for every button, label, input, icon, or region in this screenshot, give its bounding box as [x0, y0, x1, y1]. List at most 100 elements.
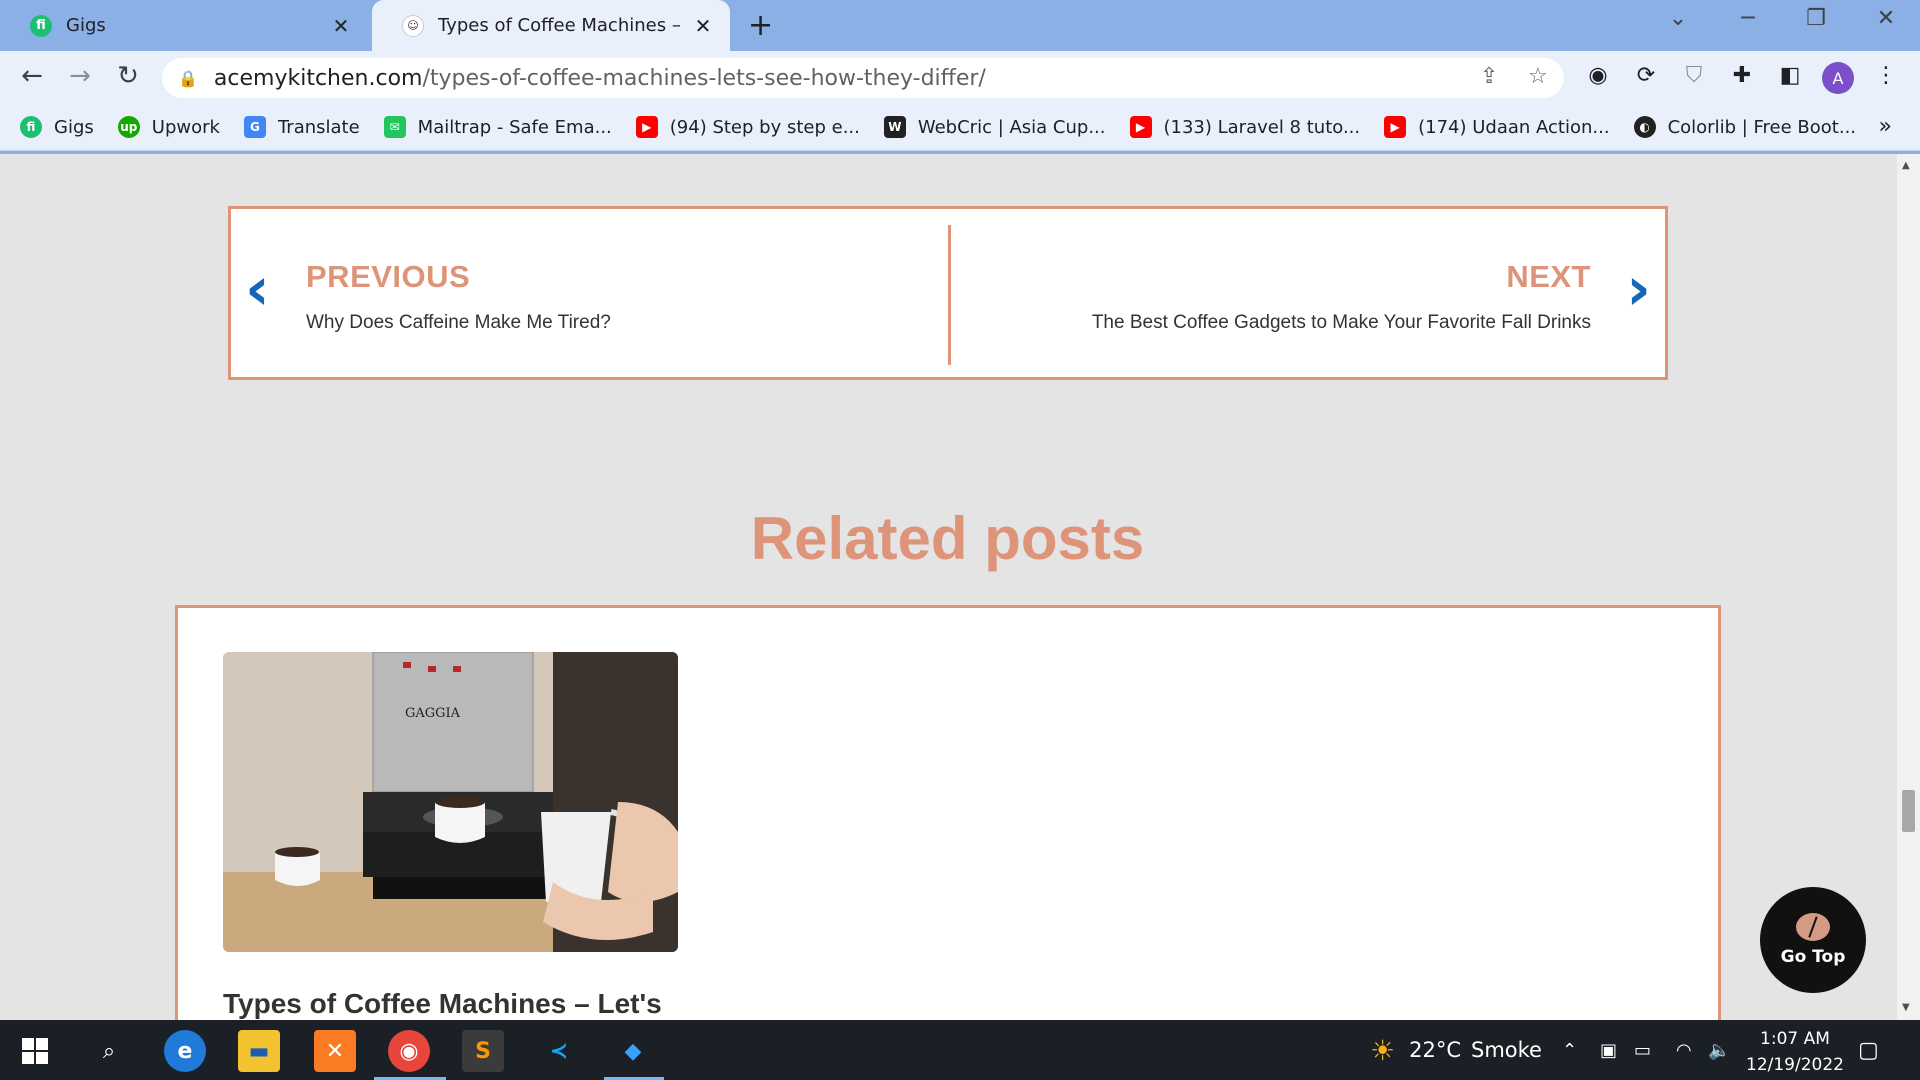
windows-start-icon[interactable] — [14, 1030, 56, 1072]
clock-date: 12/19/2022 — [1746, 1055, 1844, 1075]
coffee-machine-illustration: GAGGIA — [223, 652, 678, 952]
bookmark-youtube-174[interactable]: ▶ (174) Udaan Action... — [1384, 116, 1610, 138]
reload-button[interactable]: ↻ — [108, 61, 148, 91]
side-panel-icon[interactable]: ◧ — [1774, 63, 1806, 88]
youtube-icon: ▶ — [635, 116, 658, 138]
previous-post-link[interactable]: Why Does Caffeine Make Me Tired? — [306, 312, 611, 334]
bookmark-label: (174) Udaan Action... — [1418, 116, 1610, 138]
related-post-image[interactable]: GAGGIA — [223, 652, 678, 952]
next-post-link[interactable]: The Best Coffee Gadgets to Make Your Fav… — [1092, 312, 1591, 334]
bookmark-label: WebCric | Asia Cup... — [917, 116, 1106, 138]
back-button[interactable]: ← — [12, 61, 52, 91]
restore-button[interactable]: ❐ — [1796, 6, 1836, 31]
close-icon[interactable]: ✕ — [326, 14, 356, 38]
nav-divider — [948, 225, 951, 365]
bookmark-label: (133) Laravel 8 tuto... — [1163, 116, 1361, 138]
browser-chrome: fi Gigs ✕ ☺ Types of Coffee Machines – L… — [0, 0, 1920, 154]
post-navigation: ‹ PREVIOUS Why Does Caffeine Make Me Tir… — [228, 206, 1668, 380]
tab-strip: fi Gigs ✕ ☺ Types of Coffee Machines – L… — [0, 0, 1920, 51]
tab-gigs[interactable]: fi Gigs ✕ — [0, 0, 368, 51]
clock-time: 1:07 AM — [1760, 1029, 1830, 1049]
upwork-icon: up — [117, 116, 140, 138]
go-top-button[interactable]: Go Top — [1760, 887, 1866, 993]
battery-icon[interactable]: ▭ — [1634, 1020, 1651, 1080]
windows-taskbar: ⌕ e ▬ ✕ ◉ S ≺ ◆ ☀ 22°C Smoke ⌃ ▣ ▭ ◠ 🔈 1… — [0, 1020, 1920, 1080]
edge-icon[interactable]: e — [164, 1030, 206, 1072]
close-icon[interactable]: ✕ — [688, 14, 718, 38]
file-explorer-icon[interactable]: ▬ — [238, 1030, 280, 1072]
bookmark-label: (94) Step by step e... — [669, 116, 860, 138]
tab-title: Gigs — [66, 15, 106, 36]
wifi-icon[interactable]: ◠ — [1676, 1020, 1692, 1080]
close-window-button[interactable]: ✕ — [1866, 6, 1906, 31]
extensions-puzzle-icon[interactable]: ✚ — [1726, 63, 1758, 88]
bookmark-upwork[interactable]: up Upwork — [117, 116, 220, 138]
scrollbar-thumb[interactable] — [1902, 790, 1915, 832]
url-host: acemykitchen.com — [213, 65, 423, 91]
bookmark-translate[interactable]: G Translate — [243, 116, 360, 138]
related-post-title[interactable]: Types of Coffee Machines – Let's — [223, 988, 662, 1020]
weather-widget[interactable]: ☀ 22°C Smoke — [1370, 1020, 1542, 1080]
forward-button[interactable]: → — [60, 61, 100, 91]
translate-icon: G — [243, 116, 266, 138]
bookmark-label: Gigs — [54, 116, 94, 138]
bookmark-youtube-133[interactable]: ▶ (133) Laravel 8 tuto... — [1129, 116, 1361, 138]
vscode-icon[interactable]: ≺ — [538, 1030, 580, 1072]
gaggia-brand-text: GAGGIA — [405, 706, 461, 721]
webcric-icon: W — [883, 116, 906, 138]
system-clock[interactable]: 1:07 AM 12/19/2022 — [1740, 1026, 1850, 1078]
weather-temp: 22°C — [1409, 1038, 1461, 1062]
youtube-icon: ▶ — [1129, 116, 1152, 138]
bookmark-mailtrap[interactable]: ✉ Mailtrap - Safe Ema... — [383, 116, 612, 138]
bookmarks-bar: fi Gigs up Upwork G Translate ✉ Mailtrap - S… — [0, 104, 1920, 151]
weather-desc: Smoke — [1471, 1038, 1542, 1062]
sublime-text-icon[interactable]: S — [462, 1030, 504, 1072]
colorlib-icon: ◐ — [1633, 116, 1656, 138]
menu-kebab-icon[interactable]: ⋮ — [1870, 63, 1902, 88]
chrome-icon[interactable]: ◉ — [388, 1030, 430, 1072]
browser-toolbar: ← → ↻ 🔒 acemykitchen.com/types-of-coffee… — [0, 51, 1920, 104]
tab-title: Types of Coffee Machines – Let's — [438, 15, 688, 36]
volume-icon[interactable]: 🔈 — [1708, 1020, 1730, 1080]
minimize-button[interactable]: ─ — [1728, 6, 1768, 31]
share-icon[interactable]: ⇪ — [1480, 64, 1498, 89]
bookmark-colorlib[interactable]: ◐ Colorlib | Free Boot... — [1633, 116, 1856, 138]
related-posts-box: GAGGIA Types of Coffee Machines – Let's — [175, 605, 1721, 1020]
bookmark-star-icon[interactable]: ☆ — [1528, 64, 1548, 89]
bookmark-youtube-94[interactable]: ▶ (94) Step by step e... — [635, 116, 860, 138]
page-scrollbar[interactable]: ▲ ▼ — [1897, 154, 1920, 1020]
extension-color-icon[interactable]: ◉ — [1582, 63, 1614, 88]
page-viewport: ‹ PREVIOUS Why Does Caffeine Make Me Tir… — [0, 154, 1920, 1020]
chevron-left-icon[interactable]: ‹ — [245, 259, 270, 319]
extension-sync-icon[interactable]: ⟳ — [1630, 63, 1662, 88]
coffee-bean-icon — [1796, 913, 1830, 941]
chevron-right-icon[interactable]: › — [1626, 259, 1651, 319]
related-posts-heading: Related posts — [750, 505, 1145, 572]
fiverr-icon: fi — [30, 14, 52, 37]
bookmark-label: Mailtrap - Safe Ema... — [417, 116, 612, 138]
lock-icon: 🔒 — [178, 68, 198, 88]
scroll-down-arrow-icon[interactable]: ▼ — [1902, 1002, 1910, 1013]
address-bar[interactable]: 🔒 acemykitchen.com/types-of-coffee-machi… — [162, 58, 1564, 98]
weather-sun-icon: ☀ — [1370, 1033, 1396, 1067]
bookmark-gigs[interactable]: fi Gigs — [20, 116, 94, 138]
site-icon: ☺ — [402, 14, 424, 37]
tab-search-icon[interactable]: ⌄ — [1658, 6, 1698, 31]
profile-avatar[interactable]: A — [1822, 62, 1854, 94]
scroll-up-arrow-icon[interactable]: ▲ — [1902, 160, 1910, 171]
next-label[interactable]: NEXT — [1506, 259, 1591, 295]
bookmark-webcric[interactable]: W WebCric | Asia Cup... — [883, 116, 1106, 138]
meet-icon[interactable]: ▣ — [1600, 1020, 1617, 1080]
anydesk-icon[interactable]: ◆ — [612, 1030, 654, 1072]
extension-shield-icon[interactable]: ⛉ — [1678, 63, 1710, 88]
tray-overflow-icon[interactable]: ⌃ — [1562, 1020, 1577, 1080]
notification-icon[interactable]: ▢ — [1858, 1020, 1879, 1080]
tab-coffee-machines[interactable]: ☺ Types of Coffee Machines – Let's ✕ — [372, 0, 730, 51]
search-icon[interactable]: ⌕ — [88, 1030, 130, 1072]
new-tab-button[interactable]: + — [748, 8, 773, 43]
xampp-icon[interactable]: ✕ — [314, 1030, 356, 1072]
bookmarks-overflow-button[interactable]: » — [1879, 114, 1892, 139]
bookmark-label: Translate — [277, 116, 360, 138]
previous-label[interactable]: PREVIOUS — [306, 259, 470, 295]
youtube-icon: ▶ — [1384, 116, 1407, 138]
